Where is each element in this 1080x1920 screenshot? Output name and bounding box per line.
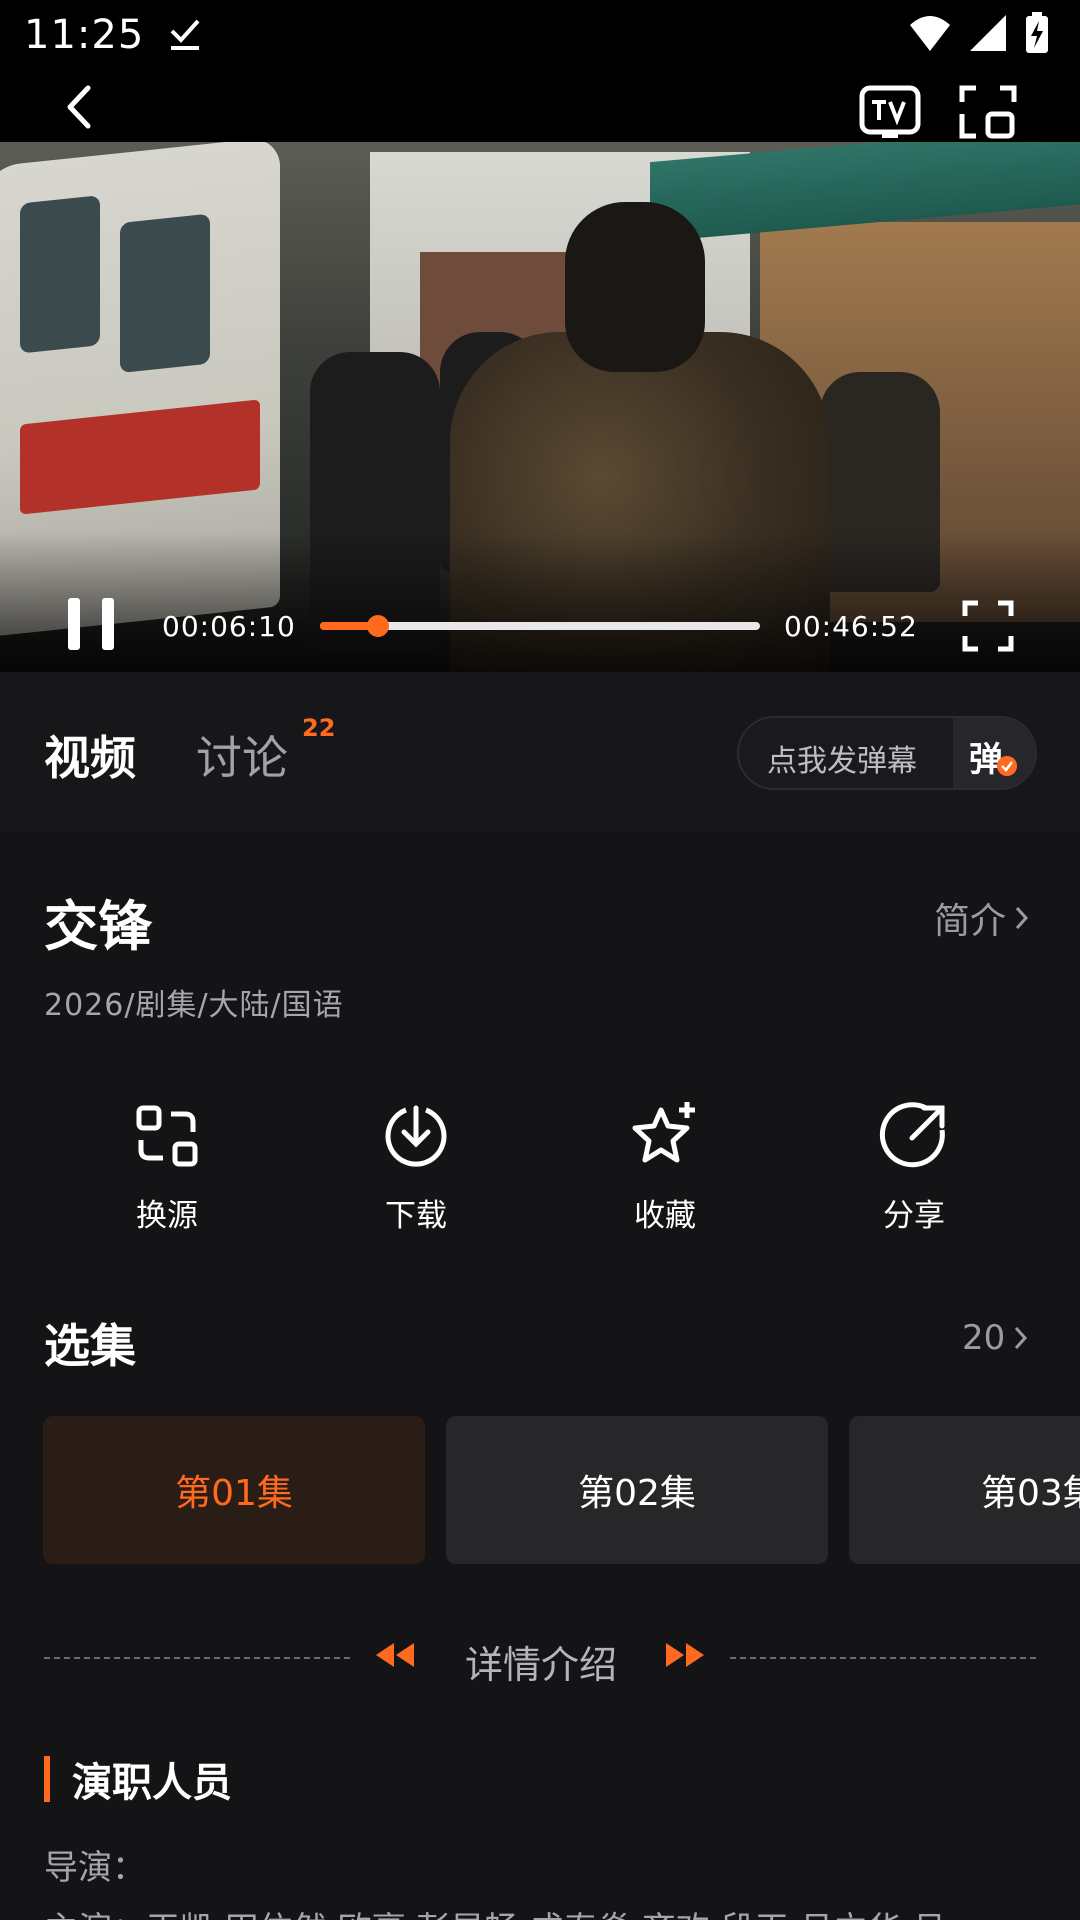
content-tabs: 视频 讨论 22 点我发弹幕 弹 <box>0 672 1080 832</box>
progress-bar[interactable] <box>320 615 760 637</box>
cast-section-header: 演职人员 <box>44 1756 232 1806</box>
signal-icon <box>970 15 1006 51</box>
player-controls: 00:06:10 00:46:52 <box>0 580 1080 672</box>
episodes-count: 20 <box>962 1318 1006 1358</box>
pause-icon-bar <box>68 598 80 650</box>
tab-discussion[interactable]: 讨论 <box>196 722 288 788</box>
favorite-label: 收藏 <box>634 1198 696 1234</box>
episodes-title: 选集 <box>44 1319 136 1373</box>
download-complete-icon <box>170 19 200 50</box>
double-arrow-left-icon <box>376 1643 414 1667</box>
check-icon <box>997 756 1017 776</box>
switch-source-button[interactable]: 换源 <box>87 1100 247 1235</box>
show-title: 交锋 <box>44 895 152 958</box>
chevron-right-icon <box>1015 1326 1028 1350</box>
danmu-bar: 点我发弹幕 弹 <box>737 716 1037 790</box>
favorite-button[interactable]: 收藏 <box>585 1100 745 1235</box>
action-row: 换源 下载 收藏 分享 <box>0 1100 1080 1240</box>
progress-thumb[interactable] <box>367 615 390 637</box>
episode-list: 第01集 第02集 第03集 <box>0 1416 1080 1566</box>
download-button[interactable]: 下载 <box>336 1100 496 1235</box>
tv-cast-icon[interactable] <box>858 84 922 140</box>
discussion-count-badge: 22 <box>302 714 336 742</box>
dashed-line <box>44 1657 350 1659</box>
episode-item[interactable]: 第02集 <box>446 1416 828 1564</box>
total-time: 00:46:52 <box>784 610 918 643</box>
dashed-line <box>730 1657 1036 1659</box>
danmu-toggle-label: 弹 <box>969 740 1003 780</box>
double-arrow-right-icon <box>666 1643 704 1667</box>
pause-icon-bar <box>102 598 114 650</box>
fullscreen-icon[interactable] <box>962 600 1014 652</box>
player-top-bar <box>0 70 1080 142</box>
back-icon[interactable] <box>56 80 104 134</box>
section-accent-bar <box>44 1756 50 1802</box>
director-line: 导演： <box>44 1848 146 1888</box>
current-time: 00:06:10 <box>162 610 296 643</box>
battery-charging-icon <box>1026 12 1048 53</box>
status-icons <box>908 12 1050 54</box>
app-root: 11:25 00:06:10 00:46:52 视频 讨论 22 点我发弹幕 弹… <box>0 0 1080 1920</box>
detail-title: 详情介绍 <box>465 1643 618 1687</box>
episodes-count-link[interactable]: 20 <box>962 1318 1029 1358</box>
pause-button[interactable] <box>66 598 116 650</box>
switch-source-label: 换源 <box>136 1198 198 1234</box>
cast-title: 演职人员 <box>72 1760 232 1806</box>
danmu-toggle[interactable]: 弹 <box>953 718 1035 788</box>
screen-capture-icon[interactable] <box>958 84 1018 140</box>
download-icon <box>385 1105 447 1167</box>
actors-line: 主演：王凯,田依然,欧豪,彭昱畅,成泰燊,齐欢,段玉,吕立华,吕 <box>44 1902 1044 1920</box>
episode-item[interactable]: 第03集 <box>849 1416 1080 1564</box>
tab-video[interactable]: 视频 <box>44 722 136 788</box>
danmu-input[interactable]: 点我发弹幕 <box>767 736 917 780</box>
wifi-icon <box>910 16 950 51</box>
share-icon <box>879 1102 945 1168</box>
switch-source-icon <box>136 1105 198 1167</box>
share-label: 分享 <box>883 1198 945 1234</box>
video-player[interactable]: 00:06:10 00:46:52 <box>0 70 1080 672</box>
episode-item[interactable]: 第01集 <box>43 1416 425 1564</box>
star-add-icon <box>632 1102 695 1163</box>
detail-divider: 详情介绍 <box>0 1632 1080 1687</box>
download-label: 下载 <box>385 1198 447 1234</box>
intro-link-label: 简介 <box>934 901 1007 942</box>
scene-man-head <box>565 202 705 372</box>
share-button[interactable]: 分享 <box>834 1100 994 1235</box>
intro-link[interactable]: 简介 <box>934 892 1030 944</box>
show-meta: 2026/剧集/大陆/国语 <box>44 988 344 1023</box>
status-bar: 11:25 <box>0 0 1080 70</box>
status-time: 11:25 <box>24 12 145 58</box>
chevron-right-icon <box>1015 906 1029 930</box>
